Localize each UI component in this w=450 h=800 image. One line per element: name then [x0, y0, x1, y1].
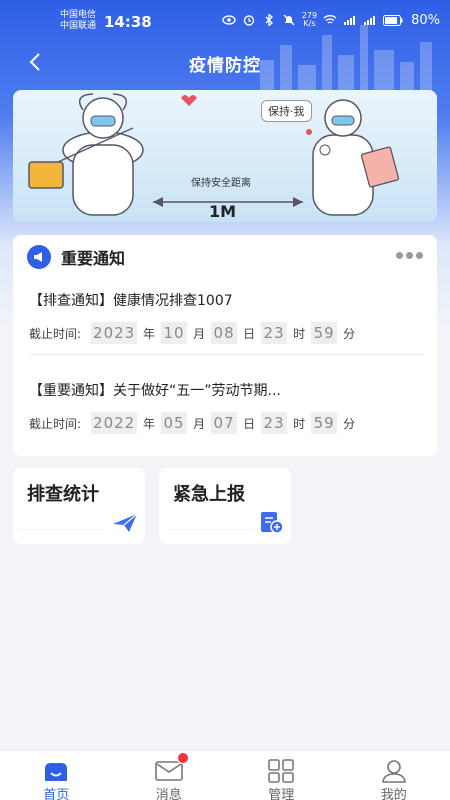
year-unit: 年	[143, 326, 156, 341]
unread-badge	[176, 752, 189, 764]
notice-item-title: 【重要通知】关于做好“五一”劳动节期...	[29, 383, 281, 399]
day-unit: 日	[243, 326, 256, 341]
tab-label: 我的	[380, 788, 407, 800]
day-unit: 日	[243, 416, 256, 431]
carrier-2: 中国联通	[60, 21, 97, 31]
check-stats-card[interactable]: 排查统计	[13, 468, 145, 544]
paper-plane-icon	[113, 513, 138, 532]
deadline-minute: 59	[311, 412, 338, 434]
notice-title: 重要通知	[61, 249, 126, 268]
deadline-hour: 23	[261, 412, 288, 434]
deadline-label: 截止时间:	[29, 326, 82, 341]
tab-messages[interactable]: 消息	[113, 751, 226, 800]
signal-icon-1	[344, 16, 356, 25]
deadline-year: 2022	[91, 412, 138, 434]
status-time: 14:38	[104, 13, 152, 31]
battery-level: 80%	[411, 12, 440, 28]
deadline-label: 截止时间:	[29, 416, 82, 431]
card-decoration	[21, 520, 105, 530]
battery-icon	[383, 14, 403, 26]
deadline-day: 08	[211, 322, 238, 344]
deadline-month: 10	[161, 322, 188, 344]
eye-icon	[222, 15, 236, 25]
banner-distance-value: 1M	[209, 202, 237, 221]
emergency-report-label: 紧急上报	[173, 484, 245, 505]
tab-manage[interactable]: 管理	[225, 751, 338, 800]
mute-icon	[283, 14, 295, 26]
status-bar: 中国电信 中国联通 14:38 279 K/s 80%	[0, 0, 450, 42]
deadline-minute: 59	[311, 322, 338, 344]
banner-speech-text: 保持·我	[261, 100, 312, 122]
grid-icon	[268, 759, 295, 783]
month-unit: 月	[193, 416, 206, 431]
tab-home[interactable]: 首页	[0, 751, 113, 800]
net-speed: 279 K/s	[302, 12, 317, 28]
carrier-info: 中国电信 中国联通	[60, 10, 96, 32]
nav-bar: 疫情防控	[0, 42, 450, 82]
bottom-tab-bar: 首页 消息 管理 我的	[0, 750, 450, 800]
banner-distance-text: 保持安全距离	[191, 178, 251, 189]
tab-label: 消息	[155, 788, 182, 800]
notice-header: 重要通知	[27, 245, 125, 269]
notice-item[interactable]: 【排查通知】健康情况排查1007 截止时间: 2023 年 10 月 08 日 …	[13, 290, 437, 380]
hour-unit: 时	[293, 416, 306, 431]
divider	[29, 354, 425, 355]
home-icon	[45, 763, 68, 781]
tab-label: 首页	[43, 788, 70, 800]
bluetooth-icon	[265, 14, 273, 26]
notice-item-title: 【排查通知】健康情况排查1007	[29, 293, 233, 309]
check-stats-label: 排查统计	[27, 484, 99, 505]
month-unit: 月	[193, 326, 206, 341]
year-unit: 年	[143, 416, 156, 431]
emergency-report-card[interactable]: 紧急上报	[159, 468, 291, 544]
deadline-day: 07	[211, 412, 238, 434]
hour-unit: 时	[293, 326, 306, 341]
deadline-year: 2023	[91, 322, 138, 344]
page-title: 疫情防控	[189, 56, 261, 76]
net-speed-unit: K/s	[303, 19, 316, 28]
deadline-row: 截止时间: 2022 年 05 月 07 日 23 时 59 分	[29, 412, 361, 434]
deadline-hour: 23	[261, 322, 288, 344]
carrier-1: 中国电信	[60, 10, 97, 20]
tab-profile[interactable]: 我的	[338, 751, 450, 800]
notice-item[interactable]: 【重要通知】关于做好“五一”劳动节期... 截止时间: 2022 年 05 月 …	[13, 380, 437, 470]
alarm-icon	[243, 15, 255, 26]
wifi-icon	[323, 15, 337, 24]
minute-unit: 分	[343, 416, 356, 431]
deadline-month: 05	[161, 412, 188, 434]
banner-image: 保持·我 保持安全距离 1M	[13, 90, 437, 222]
signal-icon-2	[364, 16, 376, 25]
notice-card: 重要通知 【排查通知】健康情况排查1007 截止时间: 2023 年 10 月 …	[13, 235, 437, 456]
user-icon	[381, 760, 406, 783]
tab-label: 管理	[268, 788, 295, 800]
speaker-icon	[27, 245, 51, 269]
status-icons: 279 K/s 80%	[222, 12, 440, 28]
card-decoration	[167, 520, 251, 530]
report-add-icon	[261, 512, 284, 534]
deadline-row: 截止时间: 2023 年 10 月 08 日 23 时 59 分	[29, 322, 361, 344]
minute-unit: 分	[343, 326, 356, 341]
more-icon[interactable]	[396, 252, 423, 259]
